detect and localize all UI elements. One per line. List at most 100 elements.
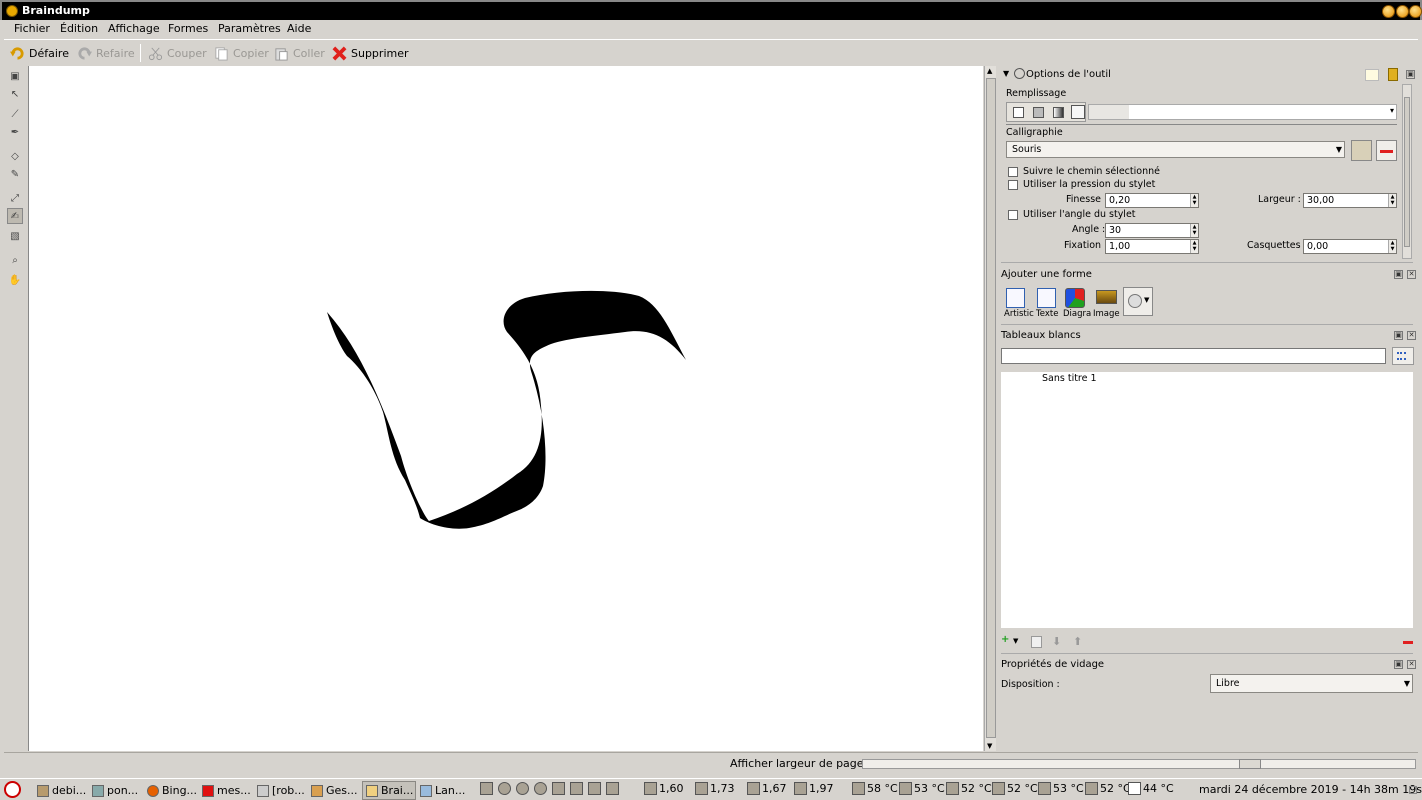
menu-file[interactable]: Fichier — [14, 22, 50, 35]
whiteboard-item[interactable]: Sans titre 1 — [1042, 373, 1097, 384]
whiteboard-canvas[interactable] — [28, 66, 983, 751]
scroll-down-arrow-icon[interactable]: ▼ — [987, 742, 992, 750]
redo-button[interactable]: Refaire — [77, 43, 135, 63]
clock[interactable]: mardi 24 décembre 2019 - 14h 38m 19s — [1199, 783, 1422, 796]
keyboard-icon[interactable] — [480, 782, 493, 795]
float-icon[interactable]: ▣ — [1394, 331, 1403, 340]
move-up-icon[interactable]: ⬆ — [1073, 635, 1082, 648]
save-preset-icon[interactable] — [1351, 140, 1372, 161]
gradient-tool-icon[interactable]: ▧ — [7, 228, 23, 244]
path-tool-icon[interactable]: ⟋ — [7, 106, 23, 122]
add-whiteboard-icon[interactable]: + — [1001, 634, 1009, 645]
close-icon[interactable]: ✕ — [1407, 660, 1416, 669]
debian-menu-icon[interactable] — [4, 781, 21, 798]
float-icon[interactable]: ▣ — [1406, 70, 1415, 79]
network-icon[interactable] — [570, 782, 583, 795]
add-diagram[interactable]: Diagra — [1063, 286, 1093, 320]
menu-help[interactable]: Aide — [287, 22, 311, 35]
use-pressure-checkbox[interactable] — [1008, 180, 1018, 190]
menu-settings[interactable]: Paramètres — [218, 22, 281, 35]
angle-spinbox[interactable]: 30 ▲ ▼ — [1105, 223, 1199, 238]
close-icon[interactable]: ✕ — [1407, 331, 1416, 340]
scrollbar-thumb[interactable] — [1239, 759, 1261, 769]
transform-tool-icon[interactable]: ⤢ — [7, 190, 23, 206]
remove-preset-button[interactable] — [1376, 140, 1397, 161]
remove-whiteboard-icon[interactable] — [1403, 641, 1413, 644]
task-item[interactable]: pon... — [89, 781, 143, 800]
lock-icon[interactable] — [1388, 68, 1398, 81]
volume-icon[interactable] — [552, 782, 565, 795]
maximize-button[interactable] — [1396, 5, 1409, 18]
spin-arrows-icon[interactable]: ▲ ▼ — [1388, 240, 1396, 253]
paste-button[interactable]: Coller — [274, 43, 325, 63]
a-icon[interactable] — [534, 782, 547, 795]
power-icon[interactable] — [606, 782, 619, 795]
zoom-tool-icon[interactable]: ⌕ — [7, 252, 23, 268]
task-item-active[interactable]: Brai... — [362, 781, 416, 800]
task-item[interactable]: mes... — [199, 781, 253, 800]
spin-arrows-icon[interactable]: ▲ ▼ — [1388, 194, 1396, 207]
nine-icon[interactable] — [516, 782, 529, 795]
cut-button[interactable]: Couper — [148, 43, 207, 63]
new-page-icon[interactable] — [1365, 69, 1379, 81]
move-down-icon[interactable]: ⬇ — [1052, 635, 1061, 648]
minimize-button[interactable] — [1382, 5, 1395, 18]
width-spinbox[interactable]: 30,00 ▲ ▼ — [1303, 193, 1397, 208]
fill-color-combo[interactable]: ▾ — [1088, 104, 1397, 120]
add-artistic-text[interactable]: Artistic — [1002, 286, 1034, 320]
canvas-vertical-scrollbar[interactable]: ▲ ▼ — [984, 66, 996, 751]
add-image[interactable]: Image — [1093, 286, 1123, 320]
menu-shapes[interactable]: Formes — [168, 22, 208, 35]
gradient-fill-icon[interactable] — [1053, 107, 1064, 118]
delete-button[interactable]: Supprimer — [332, 43, 409, 63]
shape-tool-icon[interactable]: ◇ — [7, 148, 23, 164]
whiteboard-search-input[interactable] — [1001, 348, 1386, 364]
collapse-arrow-icon[interactable]: ▼ — [1003, 69, 1009, 78]
horizontal-scrollbar[interactable] — [862, 759, 1416, 769]
scrollbar-thumb[interactable] — [986, 78, 996, 738]
spin-arrows-icon[interactable]: ▲ ▼ — [1190, 194, 1198, 207]
dropdown-arrow-icon[interactable]: ▼ — [1013, 637, 1018, 645]
fixation-spinbox[interactable]: 1,00 ▲ ▼ — [1105, 239, 1199, 254]
caps-spinbox[interactable]: 0,00 ▲ ▼ — [1303, 239, 1397, 254]
spin-arrows-icon[interactable]: ▲ ▼ — [1190, 224, 1198, 237]
scrollbar-thumb[interactable] — [1404, 97, 1410, 247]
undo-button[interactable]: Défaire — [10, 43, 69, 63]
pan-tool-icon[interactable]: ✋ — [7, 272, 23, 288]
disposition-combo[interactable]: Libre ▼ — [1210, 674, 1413, 693]
search-icon[interactable] — [588, 782, 601, 795]
task-item[interactable]: Ges... — [308, 781, 362, 800]
show-desktop-icon[interactable] — [1409, 786, 1417, 794]
close-icon[interactable]: ✕ — [1407, 270, 1416, 279]
spin-arrows-icon[interactable]: ▲ ▼ — [1190, 240, 1198, 253]
duplicate-icon[interactable] — [1031, 636, 1042, 648]
calligraphy-preset-combo[interactable]: Souris ▼ — [1006, 141, 1345, 158]
copy-button[interactable]: Copier — [214, 43, 269, 63]
scroll-up-arrow-icon[interactable]: ▲ — [987, 67, 992, 75]
tool-options-scrollbar[interactable] — [1402, 84, 1412, 259]
close-button[interactable] — [1409, 5, 1422, 18]
pen-tool-icon[interactable]: ✒ — [7, 124, 23, 140]
info-icon[interactable] — [498, 782, 511, 795]
add-text[interactable]: Texte — [1034, 286, 1062, 320]
no-fill-icon[interactable] — [1013, 107, 1024, 118]
task-item[interactable]: Bing... — [144, 781, 198, 800]
menu-view[interactable]: Affichage — [108, 22, 160, 35]
calligraphy-tool-icon[interactable]: ✍ — [7, 208, 23, 224]
view-mode-button[interactable] — [1392, 347, 1414, 365]
follow-path-checkbox[interactable] — [1008, 167, 1018, 177]
pencil-tool-icon[interactable]: ✎ — [7, 166, 23, 182]
pattern-fill-icon[interactable] — [1071, 105, 1085, 119]
float-icon[interactable]: ▣ — [1394, 660, 1403, 669]
menu-edit[interactable]: Édition — [60, 22, 98, 35]
task-item[interactable]: [rob... — [254, 781, 308, 800]
pointer-tool-icon[interactable]: ↖ — [7, 86, 23, 102]
task-item[interactable]: Lan... — [417, 781, 471, 800]
more-shapes-button[interactable]: ▼ — [1123, 287, 1153, 316]
solid-fill-icon[interactable] — [1033, 107, 1044, 118]
float-icon[interactable]: ▣ — [1394, 270, 1403, 279]
task-item[interactable]: debi... — [34, 781, 88, 800]
use-angle-checkbox[interactable] — [1008, 210, 1018, 220]
window-icon[interactable]: ▣ — [7, 68, 23, 84]
thinning-spinbox[interactable]: 0,20 ▲ ▼ — [1105, 193, 1199, 208]
